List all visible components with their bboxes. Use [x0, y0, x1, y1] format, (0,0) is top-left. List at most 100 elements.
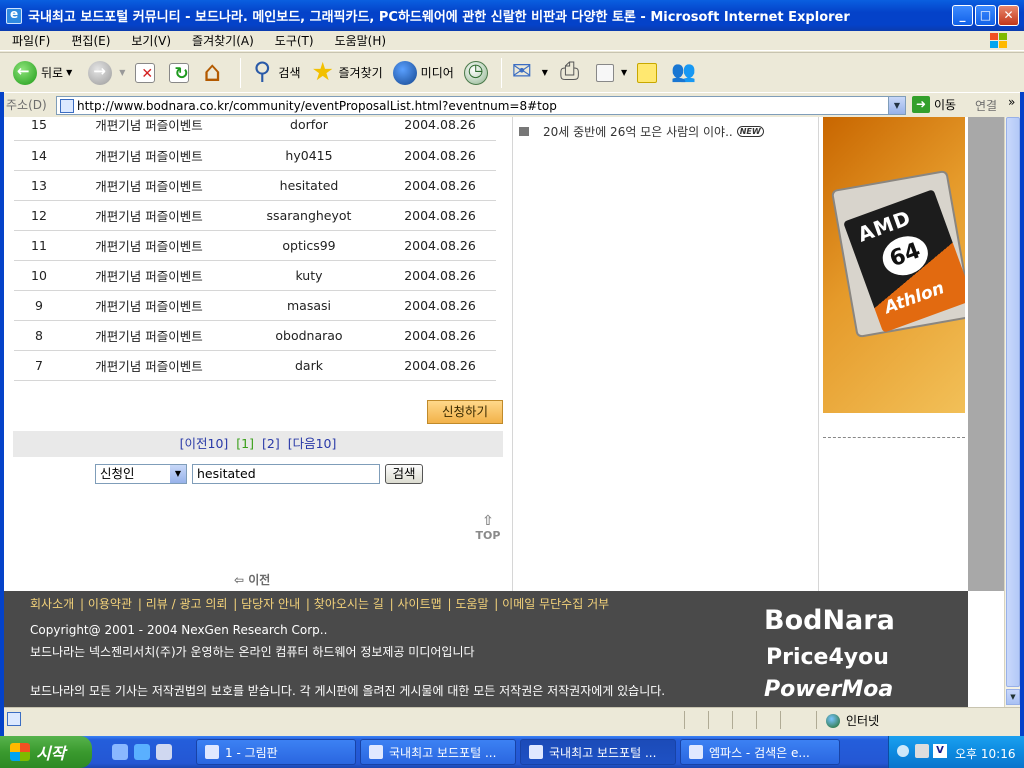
internet-globe-icon	[826, 713, 840, 728]
prev-link[interactable]: ⇦ 이전	[234, 571, 270, 588]
footer-link-help[interactable]: 도움말	[455, 597, 488, 611]
table-row[interactable]: 7 개편기념 퍼즐이벤트 dark 2004.08.26	[14, 350, 496, 381]
taskbar-button-paint[interactable]: 1 - 그림판	[196, 739, 356, 765]
footer-link-company[interactable]: 회사소개	[30, 597, 74, 611]
menu-view[interactable]: 보기(V)	[119, 32, 180, 49]
footer-link-contact[interactable]: 담당자 안내	[241, 597, 300, 611]
table-row[interactable]: 12 개편기념 퍼즐이벤트 ssarangheyot 2004.08.26	[14, 200, 496, 231]
bodnara-logo[interactable]: BodNara	[764, 605, 895, 636]
refresh-button[interactable]	[164, 56, 198, 90]
entry-date: 2004.08.26	[384, 320, 496, 351]
start-button[interactable]: 시작	[0, 736, 92, 768]
footer-link-terms[interactable]: 이용약관	[88, 597, 132, 611]
menu-edit[interactable]: 편집(E)	[59, 32, 119, 49]
stop-button[interactable]	[130, 56, 164, 90]
entry-title[interactable]: 개편기념 퍼즐이벤트	[64, 230, 234, 261]
page-link-current[interactable]: [1]	[236, 436, 254, 451]
history-button[interactable]	[459, 56, 497, 90]
entry-title[interactable]: 개편기념 퍼즐이벤트	[64, 170, 234, 201]
page-status-icon	[7, 712, 21, 726]
entry-title[interactable]: 개편기념 퍼즐이벤트	[64, 200, 234, 231]
address-dropdown-icon[interactable]: ▼	[888, 97, 905, 114]
taskbar-button-empas[interactable]: 엠파스 - 검색은 e...	[680, 739, 840, 765]
edit-button[interactable]: ▼	[591, 56, 632, 90]
go-arrow-icon: ➜	[912, 96, 930, 113]
entry-title[interactable]: 개편기념 퍼즐이벤트	[64, 140, 234, 171]
table-row[interactable]: 8 개편기념 퍼즐이벤트 obodnarao 2004.08.26	[14, 320, 496, 351]
table-row[interactable]: 11 개편기념 퍼즐이벤트 optics99 2004.08.26	[14, 230, 496, 261]
mail-button[interactable]: ▼	[506, 56, 553, 90]
amd-athlon-banner[interactable]: AMD 64 Athlon	[823, 117, 965, 413]
news-title[interactable]: 20세 중반에 26억 모은 사람의 이야..	[543, 123, 733, 140]
tray-keyboard-icon[interactable]	[915, 744, 929, 758]
entry-title[interactable]: 개편기념 퍼즐이벤트	[64, 260, 234, 291]
close-button[interactable]: ✕	[998, 5, 1019, 26]
media-player-icon[interactable]	[156, 744, 172, 760]
entry-number: 14	[14, 140, 64, 171]
entry-applicant: hesitated	[234, 170, 384, 201]
table-row[interactable]: 13 개편기념 퍼즐이벤트 hesitated 2004.08.26	[14, 170, 496, 201]
home-button[interactable]	[198, 55, 236, 90]
search-field-select[interactable]: 신청인 ▼	[95, 464, 187, 484]
tray-chevron-icon[interactable]	[897, 745, 909, 757]
entry-title[interactable]: 개편기념 퍼즐이벤트	[64, 350, 234, 381]
forward-dropdown-icon[interactable]: ▼	[119, 68, 125, 77]
maximize-button[interactable]: □	[975, 5, 996, 26]
entry-title[interactable]: 개편기념 퍼즐이벤트	[64, 290, 234, 321]
links-chevron-icon[interactable]: »	[1008, 95, 1015, 109]
footer-link-email-policy[interactable]: 이메일 무단수집 거부	[502, 597, 609, 611]
show-desktop-icon[interactable]	[112, 744, 128, 760]
taskbar-button-ie[interactable]: 국내최고 보드포털 ...	[360, 739, 516, 765]
tray-v3-icon[interactable]: V	[933, 744, 947, 758]
security-zone[interactable]: 인터넷	[826, 712, 879, 729]
vertical-scrollbar[interactable]: ▼	[1004, 117, 1020, 707]
footer-link-directions[interactable]: 찾아오시는 길	[314, 597, 384, 611]
go-button[interactable]: ➜ 이동	[912, 96, 956, 113]
menu-help[interactable]: 도움말(H)	[323, 32, 396, 49]
discuss-button[interactable]	[632, 56, 666, 90]
page-link[interactable]: [2]	[262, 436, 280, 451]
menu-file[interactable]: 파일(F)	[0, 32, 59, 49]
back-dropdown-icon[interactable]: ▼	[66, 68, 72, 77]
footer-link-sitemap[interactable]: 사이트맵	[398, 597, 442, 611]
taskbar-button-ie-active[interactable]: 국내최고 보드포털 ...	[520, 739, 676, 765]
mail-dropdown-icon[interactable]: ▼	[542, 68, 548, 77]
news-item[interactable]: 20세 중반에 26억 모은 사람의 이야.. NEW	[519, 123, 764, 140]
search-input[interactable]: hesitated	[192, 464, 380, 484]
footer-link-review[interactable]: 리뷰 / 광고 의뢰	[146, 597, 228, 611]
search-button[interactable]: 검색	[245, 56, 305, 90]
top-label: TOP	[475, 529, 501, 542]
back-button[interactable]: 뒤로 ▼	[8, 56, 77, 90]
links-label[interactable]: 연결	[975, 97, 997, 114]
powermoa-logo[interactable]: PowerMoa	[764, 677, 893, 702]
price4you-logo[interactable]: Price4you	[766, 645, 889, 670]
entry-title[interactable]: 개편기념 퍼즐이벤트	[64, 117, 234, 141]
minimize-button[interactable]: _	[952, 5, 973, 26]
ie-quicklaunch-icon[interactable]	[134, 744, 150, 760]
title-bar[interactable]: 국내최고 보드포털 커뮤니티 - 보드나라. 메인보드, 그래픽카드, PC하드…	[0, 0, 1024, 31]
address-url[interactable]: http://www.bodnara.co.kr/community/event…	[77, 99, 557, 113]
scroll-down-arrow-icon[interactable]: ▼	[1006, 689, 1020, 705]
table-row[interactable]: 15 개편기념 퍼즐이벤트 dorfor 2004.08.26	[14, 117, 496, 141]
menu-favorites[interactable]: 즐겨찾기(A)	[180, 32, 263, 49]
top-link[interactable]: ⇧ TOP	[470, 513, 506, 542]
address-input[interactable]: http://www.bodnara.co.kr/community/event…	[56, 96, 906, 115]
entry-title[interactable]: 개편기념 퍼즐이벤트	[64, 320, 234, 351]
star-icon	[311, 57, 335, 86]
table-row[interactable]: 14 개편기념 퍼즐이벤트 hy0415 2004.08.26	[14, 140, 496, 171]
search-submit-button[interactable]: 검색	[385, 464, 423, 484]
select-arrow-icon[interactable]: ▼	[170, 465, 186, 483]
media-button[interactable]: 미디어	[388, 56, 459, 90]
prev10-link[interactable]: [이전10]	[180, 436, 229, 451]
table-row[interactable]: 9 개편기념 퍼즐이벤트 masasi 2004.08.26	[14, 290, 496, 321]
scrollbar-thumb[interactable]	[1006, 117, 1020, 687]
next10-link[interactable]: [다음10]	[288, 436, 337, 451]
print-button[interactable]	[553, 56, 591, 90]
apply-button[interactable]: 신청하기	[427, 400, 503, 424]
messenger-button[interactable]	[666, 56, 704, 90]
favorites-button[interactable]: 즐겨찾기	[306, 56, 388, 90]
menu-tools[interactable]: 도구(T)	[263, 32, 323, 49]
table-row[interactable]: 10 개편기념 퍼즐이벤트 kuty 2004.08.26	[14, 260, 496, 291]
edit-dropdown-icon[interactable]: ▼	[621, 68, 627, 77]
forward-button[interactable]: ▼	[83, 56, 130, 90]
